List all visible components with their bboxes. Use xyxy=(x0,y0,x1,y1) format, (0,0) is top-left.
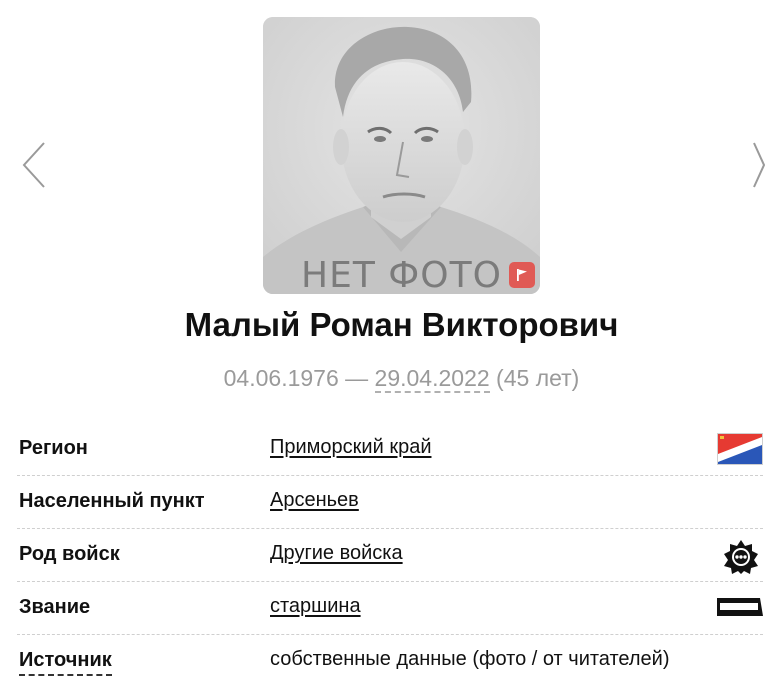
rank-label: Звание xyxy=(19,596,91,618)
flag-icon xyxy=(517,269,527,281)
branch-link[interactable]: Другие войска xyxy=(270,542,403,565)
rank-link[interactable]: старшина xyxy=(270,595,361,618)
previous-arrow-icon[interactable] xyxy=(18,140,48,190)
info-row-source: Источник собственные данные (фото / от ч… xyxy=(17,635,763,687)
age: (45 лет) xyxy=(489,365,580,391)
branch-label: Род войск xyxy=(19,543,120,565)
info-row-branch: Род войск Другие войска xyxy=(17,529,763,582)
portrait-placeholder-image xyxy=(263,17,540,294)
date-separator: — xyxy=(338,365,375,391)
region-flag-icon xyxy=(717,433,763,470)
rank-insignia-icon xyxy=(717,596,763,623)
info-row-rank: Звание старшина xyxy=(17,582,763,635)
region-label: Регион xyxy=(19,437,88,459)
no-photo-caption: НЕТ ФОТО xyxy=(301,255,502,294)
next-arrow-icon[interactable] xyxy=(748,140,765,190)
source-value: собственные данные (фото / от читателей) xyxy=(270,648,670,670)
life-dates: 04.06.1976 — 29.04.2022 (45 лет) xyxy=(0,365,765,393)
info-row-region: Регион Приморский край xyxy=(17,423,763,476)
settlement-link[interactable]: Арсеньев xyxy=(270,489,359,512)
death-date[interactable]: 29.04.2022 xyxy=(374,365,490,393)
source-label[interactable]: Источник xyxy=(19,649,112,676)
branch-emblem-icon xyxy=(723,539,759,580)
birth-date: 04.06.1976 xyxy=(223,365,339,391)
person-name: Малый Роман Викторович xyxy=(184,306,619,343)
region-link[interactable]: Приморский край xyxy=(270,436,431,459)
portrait-photo: НЕТ ФОТО xyxy=(263,17,540,294)
settlement-label: Населенный пункт xyxy=(19,490,205,512)
info-table: Регион Приморский край Населенный пункт … xyxy=(17,423,763,687)
report-flag-button[interactable] xyxy=(509,262,535,288)
info-row-settlement: Населенный пункт Арсеньев xyxy=(17,476,763,529)
